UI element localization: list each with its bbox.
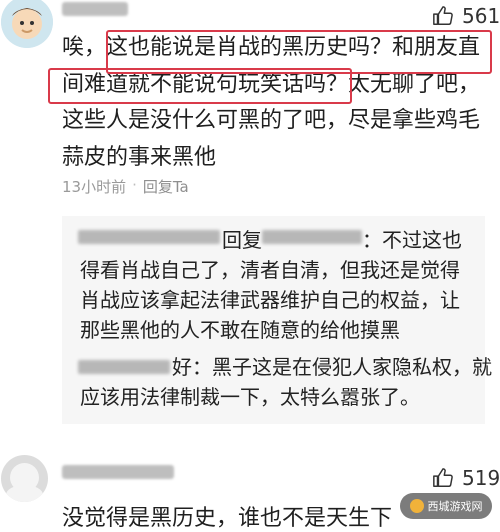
- reply-word: 回复: [222, 228, 262, 252]
- like-count: 519: [462, 466, 500, 490]
- reply-body: 得看肖战自己了，清者自清，但我还是觉得 肖战应该拿起法律武器维护自己的权益，让 …: [80, 255, 460, 345]
- comment-line: 唉，这也能说是肖战的黑历史吗？和朋友直: [62, 35, 481, 60]
- like-button[interactable]: 561: [432, 4, 500, 28]
- reply-line: 得看肖战自己了，清者自清，但我还是觉得: [80, 258, 460, 282]
- avatar-body: [6, 485, 43, 502]
- comment-line: 这些人是没什么可黑的了吧，尽是拿些鸡毛: [62, 108, 481, 133]
- reply-link[interactable]: 回复Ta: [143, 176, 189, 197]
- reply-line: 肖战应该拿起法律武器维护自己的权益，让: [80, 288, 460, 312]
- username-redacted: [62, 465, 174, 479]
- meta-separator: ·: [132, 176, 137, 194]
- avatar-illustration: [1, 0, 53, 48]
- reply-target-redacted: [262, 230, 362, 244]
- comment-body: 没觉得是黑历史，谁也不是天生下: [62, 506, 393, 531]
- avatar[interactable]: [1, 455, 48, 502]
- watermark-logo-icon: [409, 499, 424, 513]
- username-redacted: [62, 2, 128, 16]
- comment-line: 间难道就不能说句玩笑话吗？太无聊了吧，: [62, 71, 481, 97]
- like-button[interactable]: 519: [432, 466, 500, 490]
- reply-line: 应该用法律制裁一下，太特么嚣张了。: [80, 385, 420, 409]
- reply-line: ：不过这也: [362, 228, 462, 252]
- comment-meta: 13小时前 · 回复Ta: [62, 176, 189, 197]
- watermark-text: 西城游戏网: [427, 500, 483, 513]
- reply-name-suffix: 好: [172, 355, 192, 379]
- reply-line: ：黑子这是在侵犯人家隐私权，就: [192, 355, 492, 379]
- watermark: 西城游戏网: [400, 493, 492, 519]
- reply-username-redacted: [78, 230, 220, 244]
- like-count: 561: [462, 4, 500, 28]
- reply-line: 那些黑他的人不敢在随意的给他摸黑: [80, 318, 400, 342]
- avatar[interactable]: [1, 0, 53, 48]
- timestamp: 13小时前: [62, 178, 127, 196]
- reply-username-redacted: [78, 360, 170, 374]
- thumbs-up-icon: [433, 468, 453, 487]
- comment-line: 蒜皮的事来黑他: [62, 144, 217, 170]
- comment-body: 唉，这也能说是肖战的黑历史吗？和朋友直 间难道就不能说句玩笑话吗？太无聊了吧， …: [62, 30, 480, 176]
- thumbs-up-icon: [433, 6, 453, 25]
